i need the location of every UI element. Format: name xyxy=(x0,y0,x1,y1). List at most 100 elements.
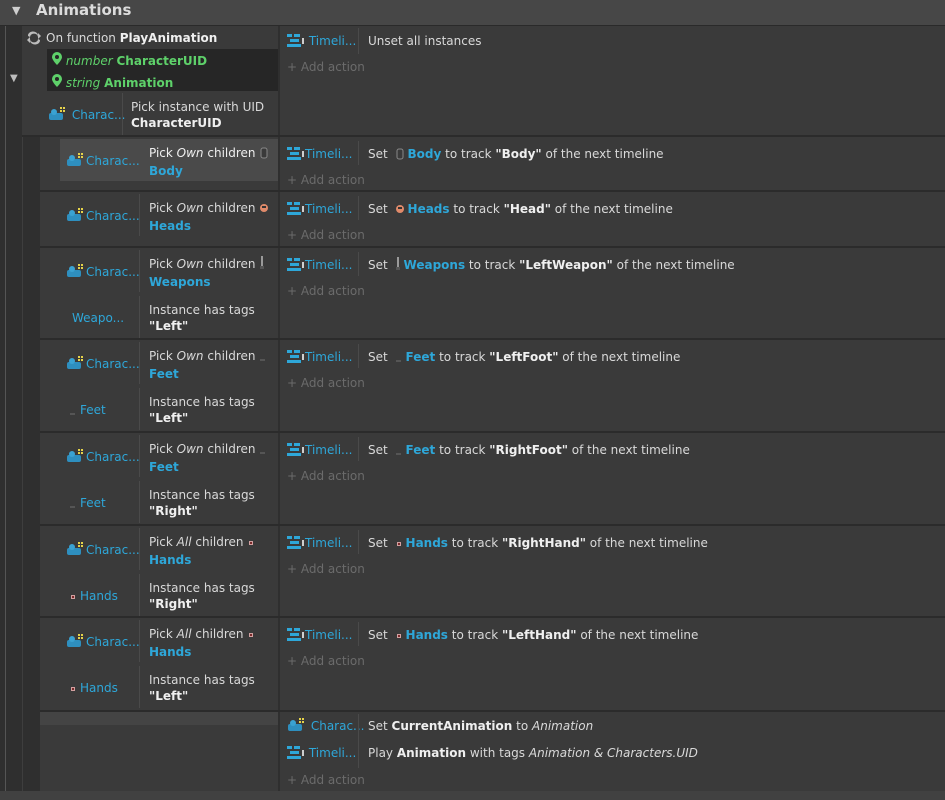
add-action-link[interactable]: + Add action xyxy=(287,172,365,188)
characters-object-icon xyxy=(67,634,83,647)
hands-icon xyxy=(395,537,403,553)
condition-text[interactable]: Pick Own children Feet xyxy=(149,348,270,382)
add-action-link[interactable]: + Add action xyxy=(287,561,365,577)
add-action-label: Add action xyxy=(300,654,365,668)
add-action-label: Add action xyxy=(300,284,365,298)
add-action-link[interactable]: + Add action xyxy=(287,59,365,75)
param-row[interactable]: string Animation xyxy=(52,74,173,91)
divider xyxy=(358,28,359,54)
action-text[interactable]: Unset all instances xyxy=(368,33,481,49)
action-verb: Set xyxy=(368,202,392,216)
condition-object[interactable]: Charac... xyxy=(66,356,140,372)
action-text[interactable]: Set CurrentAnimation to Animation xyxy=(368,718,593,734)
condition-text[interactable]: Pick Own children Body xyxy=(149,145,272,179)
add-action-link[interactable]: + Add action xyxy=(287,772,365,788)
condition-text[interactable]: Pick Own children Weapons xyxy=(149,256,268,290)
function-name: PlayAnimation xyxy=(119,31,218,45)
condition-object[interactable]: Charac... xyxy=(66,542,140,558)
action-text[interactable]: Set Hands to track "LeftHand" of the nex… xyxy=(368,627,698,645)
action-text[interactable]: Set Hands to track "RightHand" of the ne… xyxy=(368,535,708,553)
action-text[interactable]: Play Animation with tags Animation & Cha… xyxy=(368,745,698,761)
action-mid: to track xyxy=(449,202,504,216)
timeline-object-icon xyxy=(287,536,304,549)
action-variable: CurrentAnimation xyxy=(391,719,513,733)
characters-object-icon xyxy=(67,264,83,277)
feet-icon xyxy=(259,350,267,366)
add-action-link[interactable]: + Add action xyxy=(287,283,365,299)
action-object[interactable]: Timeli... xyxy=(287,257,352,273)
action-verb: Set xyxy=(368,443,392,457)
action-text[interactable]: Set Body to track "Body" of the next tim… xyxy=(368,146,664,164)
condition-object[interactable]: Weapo... xyxy=(66,310,124,326)
plus-icon: + xyxy=(287,469,301,483)
hands-icon xyxy=(247,536,255,552)
condition-text[interactable]: Pick All children Hands xyxy=(149,534,258,568)
condition-object-name: Charac... xyxy=(86,265,140,279)
add-action-link[interactable]: + Add action xyxy=(287,653,365,669)
action-text[interactable]: Set Feet to track "LeftFoot" of the next… xyxy=(368,349,680,367)
condition-text[interactable]: Pick Own children Heads xyxy=(149,200,272,234)
condition-object[interactable]: Charac... xyxy=(48,107,126,123)
action-object[interactable]: Timeli... xyxy=(287,201,352,217)
margin-line xyxy=(5,26,6,791)
collapse-triangle-icon[interactable]: ▼ xyxy=(12,4,20,17)
condition-object[interactable]: Hands xyxy=(66,680,118,698)
condition-object[interactable]: Hands xyxy=(66,588,118,606)
param-row[interactable]: number CharacterUID xyxy=(52,52,207,69)
condition-object[interactable]: Charac... xyxy=(66,264,140,280)
condition-object[interactable]: Charac... xyxy=(66,153,140,169)
action-object[interactable]: Timeli... xyxy=(287,33,356,49)
group-header[interactable]: ▼ Animations xyxy=(0,0,945,26)
condition-object-name: Charac... xyxy=(86,154,140,168)
condition-object-name: Weapo... xyxy=(72,311,125,325)
action-tail: of the next timeline xyxy=(550,202,673,216)
action-object[interactable]: Timeli... xyxy=(287,146,352,162)
action-object[interactable]: Timeli... xyxy=(287,349,352,365)
action-mid: to track xyxy=(435,443,490,457)
condition-post: children xyxy=(203,146,256,160)
condition-object[interactable]: Feet xyxy=(66,495,106,513)
condition-mode: Own xyxy=(176,146,204,160)
action-track: "LeftHand" xyxy=(501,628,577,642)
action-object[interactable]: Charac... xyxy=(287,718,365,734)
expand-triangle-icon[interactable]: ▼ xyxy=(10,73,18,84)
action-object[interactable]: Timeli... xyxy=(287,442,352,458)
action-family: Body xyxy=(407,147,442,161)
add-action-link[interactable]: + Add action xyxy=(287,468,365,484)
divider xyxy=(358,196,359,220)
condition-mode: All xyxy=(176,627,192,641)
plus-icon: + xyxy=(287,228,301,242)
condition-object[interactable]: Charac... xyxy=(66,208,140,224)
divider xyxy=(139,481,140,523)
condition-text[interactable]: Instance has tags "Left" xyxy=(149,394,255,426)
condition-text[interactable]: Instance has tags "Left" xyxy=(149,672,255,704)
action-text[interactable]: Set Weapons to track "LeftWeapon" of the… xyxy=(368,257,735,275)
action-mid: to track xyxy=(465,258,520,272)
action-verb: Set xyxy=(368,258,392,272)
condition-object[interactable]: Charac... xyxy=(66,449,140,465)
param-name: Animation xyxy=(104,76,174,90)
condition-object[interactable]: Charac... xyxy=(66,634,140,650)
condition-line2: "Left" xyxy=(149,411,189,425)
condition-text[interactable]: Instance has tags "Left" xyxy=(149,302,255,334)
action-text[interactable]: Set Heads to track "Head" of the next ti… xyxy=(368,201,673,219)
action-family: Hands xyxy=(405,536,448,550)
condition-text[interactable]: Instance has tags "Right" xyxy=(149,580,255,612)
divider xyxy=(139,139,140,181)
action-text[interactable]: Set Feet to track "RightFoot" of the nex… xyxy=(368,442,690,460)
add-action-link[interactable]: + Add action xyxy=(287,227,365,243)
divider xyxy=(139,342,140,384)
action-object[interactable]: Timeli... xyxy=(287,745,356,761)
characters-object-icon xyxy=(67,542,83,555)
add-action-link[interactable]: + Add action xyxy=(287,375,365,391)
condition-text[interactable]: Instance has tags "Right" xyxy=(149,487,255,519)
condition-text[interactable]: Pick Own children Feet xyxy=(149,441,270,475)
function-title[interactable]: On function PlayAnimation xyxy=(46,30,217,46)
condition-text[interactable]: Pick All children Hands xyxy=(149,626,258,660)
action-object[interactable]: Timeli... xyxy=(287,535,352,551)
characters-object-icon xyxy=(67,356,83,369)
condition-text[interactable]: Pick instance with UID CharacterUID xyxy=(131,99,264,131)
scrollbar-track[interactable] xyxy=(0,791,945,800)
condition-object[interactable]: Feet xyxy=(66,402,106,420)
action-object[interactable]: Timeli... xyxy=(287,627,352,643)
